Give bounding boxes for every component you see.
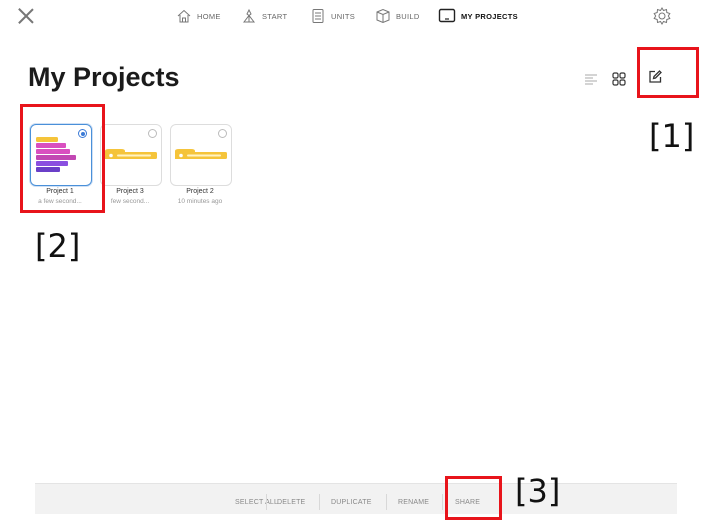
project-name: Project 3 xyxy=(116,188,144,195)
nav-home-label: HOME xyxy=(197,11,221,21)
tablet-icon xyxy=(438,8,456,23)
nav-units[interactable]: UNITS xyxy=(310,6,355,26)
nav-build-label: BUILD xyxy=(396,11,420,21)
nav-my-projects-label: MY PROJECTS xyxy=(461,11,518,21)
select-all-button[interactable]: SELECT ALL xyxy=(235,499,278,506)
nav-build[interactable]: BUILD xyxy=(375,6,420,26)
list-view-icon[interactable] xyxy=(584,72,598,86)
annotation-label-2: [2] xyxy=(35,227,81,265)
project-time: few second... xyxy=(110,198,150,205)
rename-button[interactable]: RENAME xyxy=(398,499,429,506)
annotation-box-2 xyxy=(20,104,105,213)
project-time: 10 minutes ago xyxy=(177,198,223,205)
top-nav: HOME START UNITS BUILD MY PROJECTS xyxy=(0,0,712,34)
project-card-3[interactable] xyxy=(100,124,162,186)
annotation-box-1 xyxy=(637,47,699,98)
start-icon xyxy=(242,8,256,23)
annotation-label-3: [3] xyxy=(515,472,561,510)
divider xyxy=(442,494,443,510)
project-card-2[interactable] xyxy=(170,124,232,186)
page-title: My Projects xyxy=(28,62,180,92)
code-blocks-thumbnail xyxy=(175,149,227,159)
build-icon xyxy=(376,8,390,24)
nav-units-label: UNITS xyxy=(331,11,355,21)
nav-start[interactable]: START xyxy=(241,6,287,26)
home-icon xyxy=(177,9,191,23)
nav-home[interactable]: HOME xyxy=(176,6,221,26)
nav-my-projects[interactable]: MY PROJECTS xyxy=(438,6,518,26)
duplicate-button[interactable]: DUPLICATE xyxy=(331,499,372,506)
grid-view-icon[interactable] xyxy=(612,72,626,86)
code-blocks-thumbnail xyxy=(105,149,157,159)
divider xyxy=(266,494,267,510)
annotation-box-3 xyxy=(445,476,502,520)
divider xyxy=(319,494,320,510)
selection-radio[interactable] xyxy=(148,129,157,138)
close-icon[interactable] xyxy=(16,6,36,26)
divider xyxy=(386,494,387,510)
nav-start-label: START xyxy=(262,11,288,21)
delete-button[interactable]: DELETE xyxy=(277,499,305,506)
units-icon xyxy=(312,9,324,23)
annotation-label-1: [1] xyxy=(649,117,695,155)
gear-icon[interactable] xyxy=(652,6,672,26)
selection-radio[interactable] xyxy=(218,129,227,138)
project-name: Project 2 xyxy=(186,188,214,195)
